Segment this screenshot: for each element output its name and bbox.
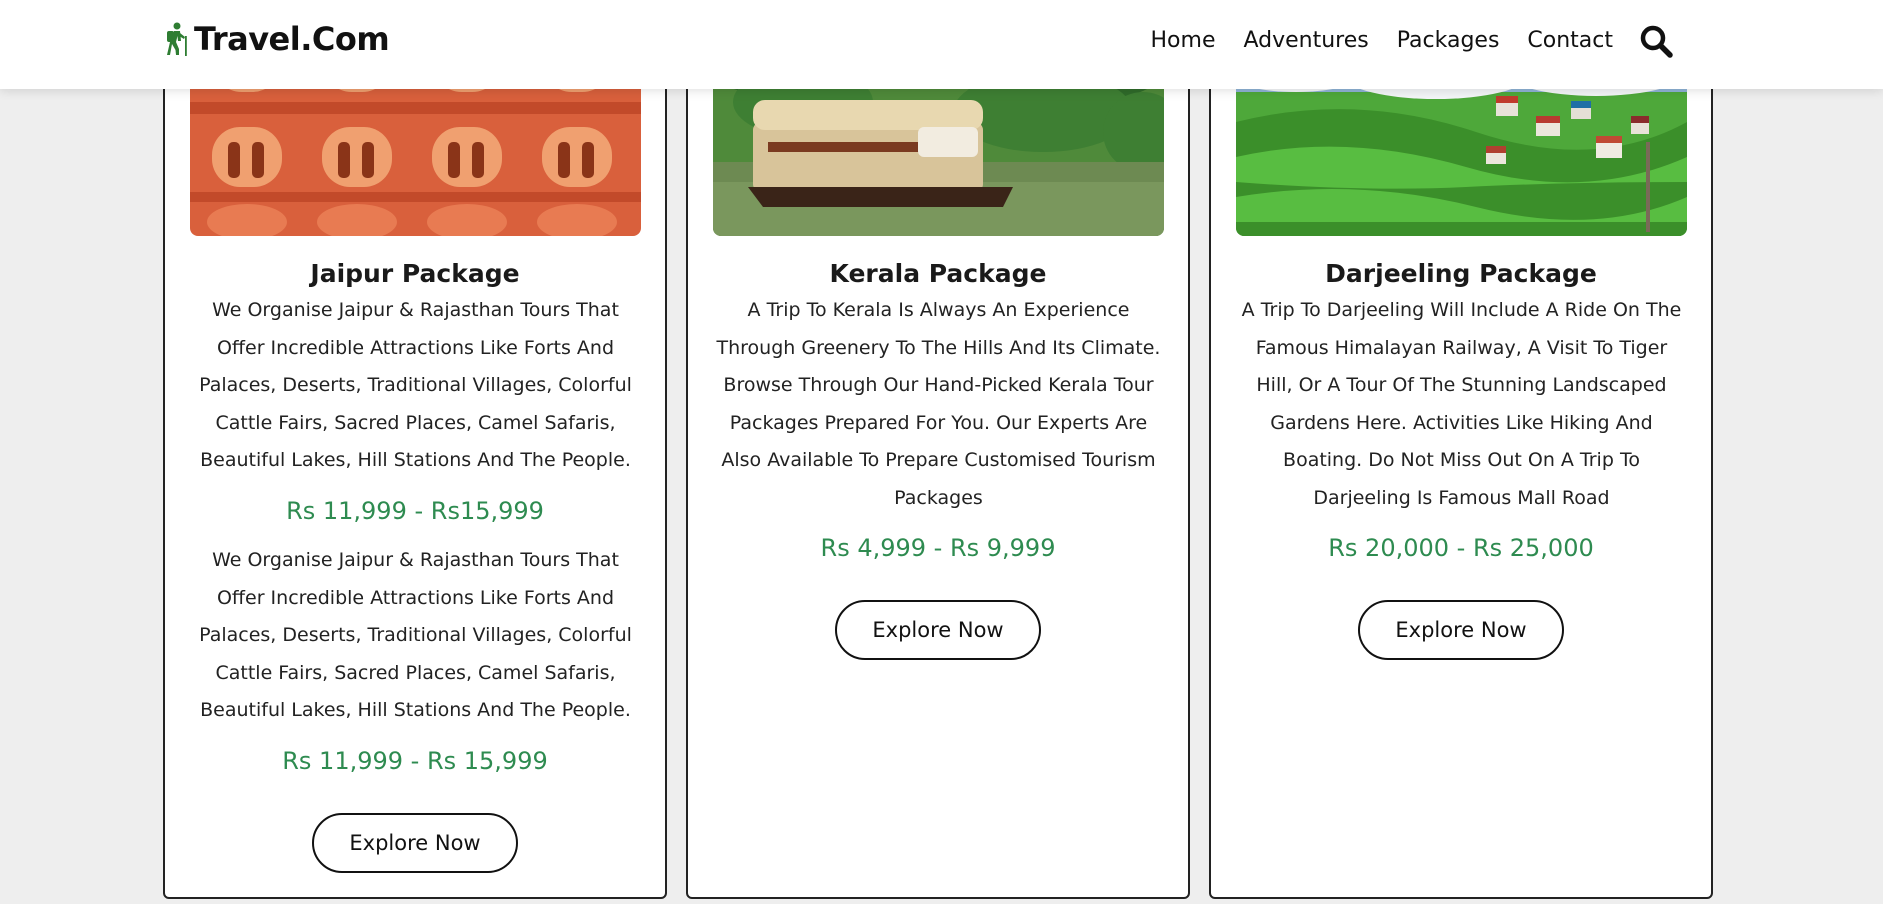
card-title: Darjeeling Package [1325,259,1597,288]
card-description: We Organise Jaipur & Rajasthan Tours Tha… [199,299,632,471]
main-nav: Home Adventures Packages Contact [1123,24,1673,58]
package-card-jaipur: Jaipur Package We Organise Jaipur & Raja… [163,0,667,899]
hiker-icon [167,22,187,56]
card-title: Kerala Package [829,259,1047,288]
explore-now-button[interactable]: Explore Now [312,813,518,873]
card-title: Jaipur Package [310,259,520,288]
explore-now-button[interactable]: Explore Now [1358,600,1564,660]
search-icon[interactable] [1639,24,1673,58]
nav-home[interactable]: Home [1151,24,1216,58]
card-price-secondary: Rs 11,999 - Rs 15,999 [282,747,548,775]
package-card-darjeeling: Darjeeling Package A Trip To Darjeeling … [1209,0,1713,899]
nav-packages[interactable]: Packages [1397,24,1500,58]
card-description-secondary: We Organise Jaipur & Rajasthan Tours Tha… [199,549,632,721]
card-price: Rs 11,999 - Rs15,999 [286,497,544,525]
logo[interactable]: Travel.Com [162,20,390,58]
explore-now-button[interactable]: Explore Now [835,600,1041,660]
card-price: Rs 4,999 - Rs 9,999 [820,534,1056,562]
nav-adventures[interactable]: Adventures [1243,24,1368,58]
card-description: A Trip To Darjeeling Will Include A Ride… [1241,299,1682,509]
nav-contact[interactable]: Contact [1527,24,1613,58]
logo-text: Travel.Com [194,20,390,58]
card-description: A Trip To Kerala Is Always An Experience… [716,299,1161,509]
card-price: Rs 20,000 - Rs 25,000 [1328,534,1594,562]
package-card-kerala: Kerala Package A Trip To Kerala Is Alway… [686,0,1190,899]
site-header: Travel.Com Home Adventures Packages Cont… [0,0,1883,89]
